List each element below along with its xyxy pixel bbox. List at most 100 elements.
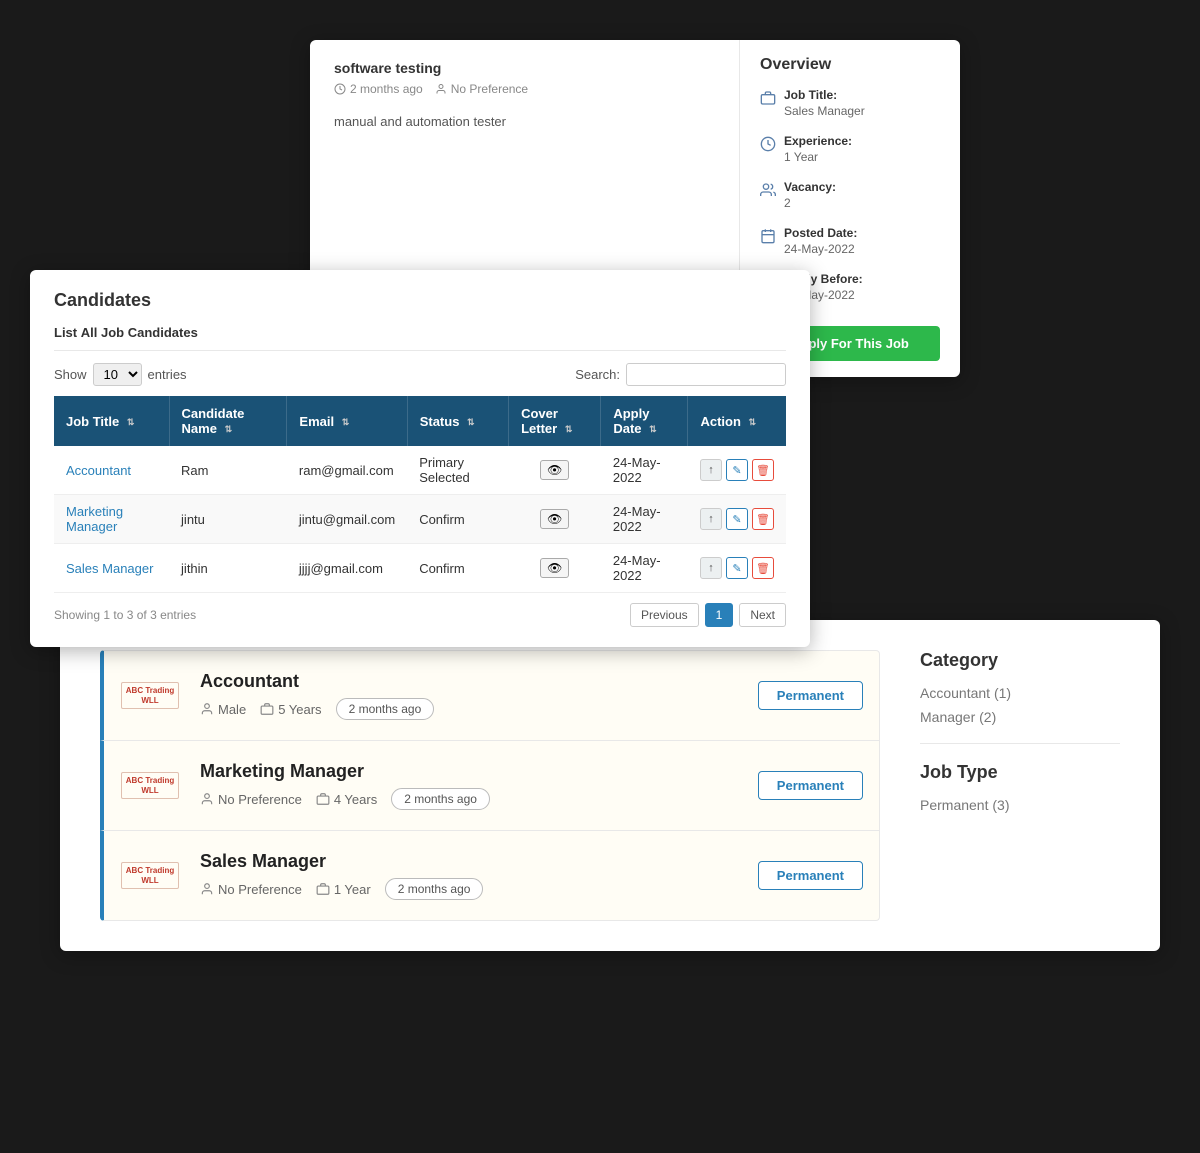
sidebar-jobtypes: Permanent (3) — [920, 797, 1120, 813]
suitcase-icon — [260, 702, 274, 716]
status-cell: Confirm — [407, 495, 508, 544]
next-page-button[interactable]: Next — [739, 603, 786, 627]
job-card-title: Sales Manager — [200, 851, 758, 872]
col-apply-date[interactable]: Apply Date ⇅ — [601, 396, 688, 446]
job-card-meta: No Preference 4 Years 2 months ago — [200, 788, 758, 810]
job-posting-title: software testing — [334, 60, 715, 76]
show-entries-control: Show 10 25 50 entries — [54, 363, 187, 386]
search-input[interactable] — [626, 363, 786, 386]
overview-title: Overview — [760, 56, 940, 74]
company-logo-text: ABC TradingWLL — [121, 682, 179, 709]
job-card: ABC TradingWLL Marketing Manager No Pref… — [100, 741, 880, 831]
view-button[interactable]: ↑ — [700, 508, 722, 530]
briefcase-icon — [760, 90, 776, 106]
edit-button[interactable]: ✎ — [726, 459, 748, 481]
view-cover-letter-button[interactable]: 👁 — [540, 558, 569, 578]
overview-exp-value: 1 Year — [784, 150, 818, 164]
candidates-title: Candidates — [54, 290, 786, 311]
delete-button[interactable]: 🗑 — [752, 459, 774, 481]
job-card-info: Accountant Male 5 Years 2 months ago — [200, 671, 758, 720]
overview-posted-value: 24-May-2022 — [784, 242, 855, 256]
edit-button[interactable]: ✎ — [726, 557, 748, 579]
cover-letter-cell: 👁 — [509, 544, 601, 593]
email-cell: jjjj@gmail.com — [287, 544, 407, 593]
table-showing-info: Showing 1 to 3 of 3 entries — [54, 608, 196, 622]
experience-meta: 4 Years — [316, 792, 377, 807]
job-card-title: Marketing Manager — [200, 761, 758, 782]
job-card-info: Sales Manager No Preference 1 Year 2 mon… — [200, 851, 758, 900]
col-cover-letter[interactable]: Cover Letter ⇅ — [509, 396, 601, 446]
job-preference-meta: No Preference — [435, 82, 528, 96]
col-email[interactable]: Email ⇅ — [287, 396, 407, 446]
job-card-title: Accountant — [200, 671, 758, 692]
job-title-cell[interactable]: Sales Manager — [54, 544, 169, 593]
candidate-name-cell: jintu — [169, 495, 287, 544]
edit-button[interactable]: ✎ — [726, 508, 748, 530]
cover-letter-cell: 👁 — [509, 446, 601, 495]
overview-vacancy-value: 2 — [784, 196, 791, 210]
company-logo-text: ABC TradingWLL — [121, 772, 179, 799]
gender-meta: No Preference — [200, 882, 302, 897]
candidate-name-cell: jithin — [169, 544, 287, 593]
candidates-table: Job Title ⇅ Candidate Name ⇅ Email ⇅ Sta… — [54, 396, 786, 593]
col-action[interactable]: Action ⇅ — [688, 396, 786, 446]
search-bar: Search: — [575, 363, 786, 386]
col-candidate-name[interactable]: Candidate Name ⇅ — [169, 396, 287, 446]
job-card: ABC TradingWLL Accountant Male 5 Years 2… — [100, 650, 880, 741]
listings-sidebar: Category Accountant (1)Manager (2) Job T… — [920, 650, 1120, 921]
view-button[interactable]: ↑ — [700, 557, 722, 579]
entries-select[interactable]: 10 25 50 — [93, 363, 142, 386]
current-page-button[interactable]: 1 — [705, 603, 734, 627]
view-button[interactable]: ↑ — [700, 459, 722, 481]
overview-posted-date: Posted Date: 24-May-2022 — [760, 226, 940, 258]
status-cell: Confirm — [407, 544, 508, 593]
jobtype-sidebar-title: Job Type — [920, 762, 1120, 783]
job-card: ABC TradingWLL Sales Manager No Preferen… — [100, 831, 880, 921]
col-job-title[interactable]: Job Title ⇅ — [54, 396, 169, 446]
job-type-button[interactable]: Permanent — [758, 681, 863, 710]
job-title-cell[interactable]: Accountant — [54, 446, 169, 495]
prev-page-button[interactable]: Previous — [630, 603, 699, 627]
job-description: manual and automation tester — [334, 112, 715, 132]
col-status[interactable]: Status ⇅ — [407, 396, 508, 446]
job-type-section: Permanent — [758, 771, 863, 800]
apply-date-cell: 24-May-2022 — [601, 544, 688, 593]
suitcase-icon — [316, 882, 330, 896]
clock2-icon — [760, 136, 776, 152]
candidates-section-label: List All Job Candidates — [54, 325, 786, 351]
time-badge: 2 months ago — [336, 698, 435, 720]
job-type-section: Permanent — [758, 861, 863, 890]
candidates-panel: Candidates List All Job Candidates Show … — [30, 270, 810, 647]
job-type-section: Permanent — [758, 681, 863, 710]
search-label: Search: — [575, 367, 620, 382]
category-item[interactable]: Manager (2) — [920, 709, 1120, 725]
candidate-name-cell: Ram — [169, 446, 287, 495]
gender-meta: No Preference — [200, 792, 302, 807]
job-type-button[interactable]: Permanent — [758, 861, 863, 890]
status-cell: Primary Selected — [407, 446, 508, 495]
overview-jobtitle-value: Sales Manager — [784, 104, 865, 118]
apply-date-cell: 24-May-2022 — [601, 495, 688, 544]
suitcase-icon — [316, 792, 330, 806]
pagination: Previous 1 Next — [630, 603, 786, 627]
view-cover-letter-button[interactable]: 👁 — [540, 460, 569, 480]
company-logo-text: ABC TradingWLL — [121, 862, 179, 889]
view-cover-letter-button[interactable]: 👁 — [540, 509, 569, 529]
users-icon — [760, 182, 776, 198]
category-item[interactable]: Accountant (1) — [920, 685, 1120, 701]
experience-meta: 1 Year — [316, 882, 371, 897]
job-type-button[interactable]: Permanent — [758, 771, 863, 800]
delete-button[interactable]: 🗑 — [752, 557, 774, 579]
delete-button[interactable]: 🗑 — [752, 508, 774, 530]
sidebar-divider — [920, 743, 1120, 744]
apply-date-cell: 24-May-2022 — [601, 446, 688, 495]
overview-job-title: Job Title: Sales Manager — [760, 88, 940, 120]
overview-posted-label: Posted Date: — [784, 226, 857, 240]
cover-letter-cell: 👁 — [509, 495, 601, 544]
action-cell: ↑ ✎ 🗑 — [688, 544, 786, 593]
company-logo: ABC TradingWLL — [120, 856, 180, 896]
jobtype-item[interactable]: Permanent (3) — [920, 797, 1120, 813]
job-title-cell[interactable]: Marketing Manager — [54, 495, 169, 544]
listings-main: ABC TradingWLL Accountant Male 5 Years 2… — [100, 650, 880, 921]
email-cell: jintu@gmail.com — [287, 495, 407, 544]
